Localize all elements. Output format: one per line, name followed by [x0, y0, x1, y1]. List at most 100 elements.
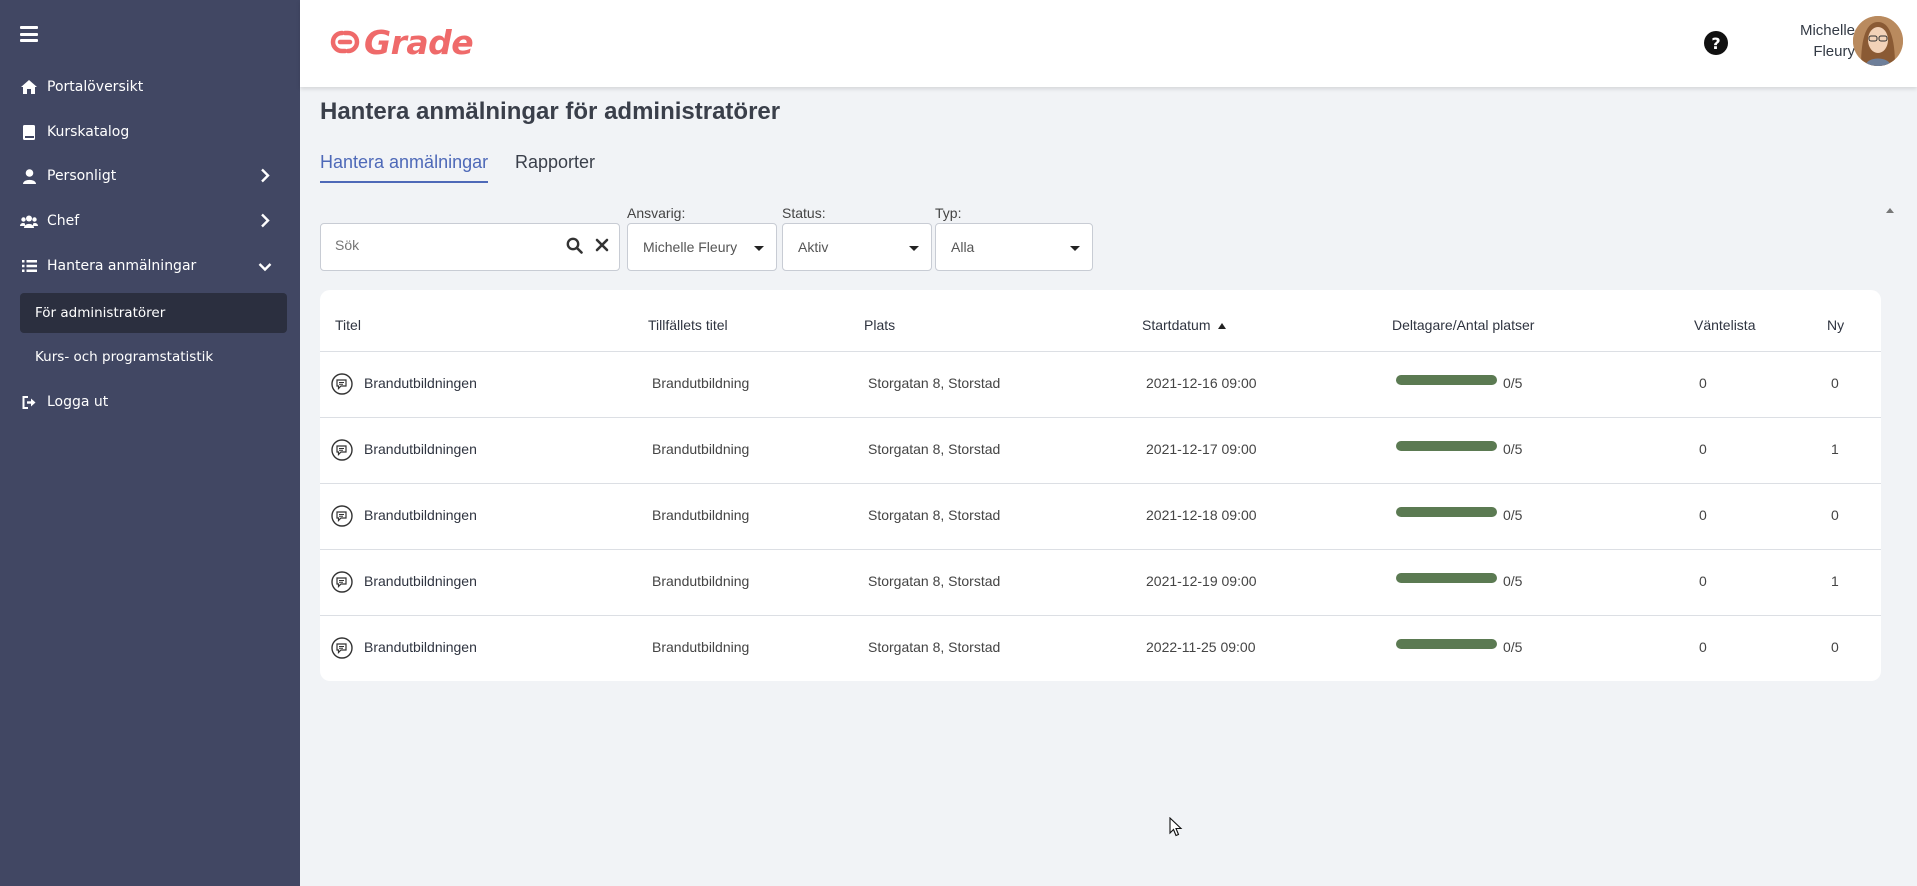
chevron-right-icon [260, 213, 270, 232]
row-occasion: Brandutbildning [652, 573, 750, 589]
row-new: 0 [1831, 507, 1839, 523]
participants-progress-bar [1396, 507, 1497, 517]
row-start-date: 2021-12-17 09:00 [1146, 441, 1257, 457]
column-header-new[interactable]: Ny [1827, 317, 1844, 333]
sidebar-item-manage-registrations[interactable]: Hantera anmälningar [0, 246, 300, 286]
row-start-date: 2021-12-16 09:00 [1146, 375, 1257, 391]
book-icon [20, 123, 38, 141]
sidebar: Portalöversikt Kurskatalog Personligt Ch… [0, 0, 300, 886]
row-new: 1 [1831, 573, 1839, 589]
row-new: 0 [1831, 639, 1839, 655]
comment-icon [331, 637, 353, 663]
grade-logo-icon [330, 30, 360, 54]
participants-progress-bar [1396, 573, 1497, 583]
sidebar-subitem-label: Kurs- och programstatistik [35, 349, 214, 365]
sidebar-subitem-for-administrators[interactable]: För administratörer [20, 293, 287, 333]
status-filter-label: Status: [782, 205, 826, 221]
column-header-occasion-title[interactable]: Tillfällets titel [648, 317, 728, 333]
chevron-down-icon [258, 260, 272, 276]
sidebar-item-manager[interactable]: Chef [0, 201, 300, 241]
row-occasion: Brandutbildning [652, 639, 750, 655]
row-participants: 0/5 [1503, 507, 1523, 523]
scroll-up-arrow-icon[interactable] [1886, 208, 1894, 213]
caret-down-icon [754, 246, 764, 251]
row-occasion: Brandutbildning [652, 375, 750, 391]
tab-manage-registrations[interactable]: Hantera anmälningar [320, 152, 489, 183]
row-title: Brandutbildningen [364, 639, 477, 655]
clear-icon[interactable] [595, 237, 609, 256]
row-place: Storgatan 8, Storstad [868, 507, 1001, 523]
row-new: 1 [1831, 441, 1839, 457]
participants-progress-bar [1396, 639, 1497, 649]
row-place: Storgatan 8, Storstad [868, 573, 1001, 589]
status-select[interactable]: Aktiv [782, 223, 932, 271]
user-icon [20, 167, 38, 185]
row-occasion: Brandutbildning [652, 507, 750, 523]
row-start-date: 2021-12-19 09:00 [1146, 573, 1257, 589]
sidebar-item-label: Logga ut [47, 394, 109, 410]
sidebar-item-personal[interactable]: Personligt [0, 156, 300, 196]
table-row[interactable]: Brandutbildningen Brandutbildning Storga… [320, 483, 1881, 549]
hamburger-menu-icon[interactable] [20, 26, 38, 42]
sidebar-item-label: Portalöversikt [47, 79, 144, 95]
row-participants: 0/5 [1503, 573, 1523, 589]
table-row[interactable]: Brandutbildningen Brandutbildning Storga… [320, 351, 1881, 417]
row-waitlist: 0 [1699, 375, 1707, 391]
row-start-date: 2021-12-18 09:00 [1146, 507, 1257, 523]
row-new: 0 [1831, 375, 1839, 391]
registrations-table: Titel Tillfällets titel Plats Startdatum… [320, 290, 1881, 681]
top-header: Grade ? Michelle Fleury [300, 0, 1917, 87]
sidebar-item-label: Chef [47, 213, 80, 229]
row-place: Storgatan 8, Storstad [868, 441, 1001, 457]
responsible-select[interactable]: Michelle Fleury [627, 223, 777, 271]
table-row[interactable]: Brandutbildningen Brandutbildning Storga… [320, 615, 1881, 681]
participants-progress-bar [1396, 375, 1497, 385]
type-select[interactable]: Alla [935, 223, 1093, 271]
home-icon [20, 78, 38, 96]
sort-ascending-icon [1218, 323, 1227, 330]
row-title: Brandutbildningen [364, 375, 477, 391]
sidebar-subitem-course-statistics[interactable]: Kurs- och programstatistik [20, 337, 287, 377]
responsible-filter-label: Ansvarig: [627, 205, 686, 221]
mouse-cursor-icon [1169, 816, 1183, 841]
user-name[interactable]: Michelle Fleury [1750, 20, 1855, 62]
chevron-right-icon [260, 168, 270, 187]
column-header-start-date[interactable]: Startdatum [1142, 317, 1227, 333]
column-header-participants[interactable]: Deltagare/Antal platser [1392, 317, 1534, 333]
row-start-date: 2022-11-25 09:00 [1146, 639, 1256, 655]
search-icon[interactable] [566, 237, 583, 258]
row-participants: 0/5 [1503, 639, 1523, 655]
row-participants: 0/5 [1503, 375, 1523, 391]
row-waitlist: 0 [1699, 441, 1707, 457]
search-input[interactable] [335, 237, 545, 253]
list-icon [20, 257, 38, 275]
row-waitlist: 0 [1699, 507, 1707, 523]
caret-down-icon [909, 246, 919, 251]
help-icon[interactable]: ? [1704, 31, 1728, 55]
avatar[interactable] [1853, 16, 1903, 66]
table-row[interactable]: Brandutbildningen Brandutbildning Storga… [320, 549, 1881, 615]
sidebar-item-label: Hantera anmälningar [47, 258, 197, 274]
sidebar-item-logout[interactable]: Logga ut [0, 382, 300, 422]
sidebar-item-label: Kurskatalog [47, 124, 130, 140]
tab-reports[interactable]: Rapporter [515, 152, 595, 181]
row-place: Storgatan 8, Storstad [868, 375, 1001, 391]
row-place: Storgatan 8, Storstad [868, 639, 1001, 655]
row-title: Brandutbildningen [364, 573, 477, 589]
table-row[interactable]: Brandutbildningen Brandutbildning Storga… [320, 417, 1881, 483]
column-header-waitlist[interactable]: Väntelista [1694, 317, 1755, 333]
sidebar-item-label: Personligt [47, 168, 117, 184]
type-filter-label: Typ: [935, 205, 962, 221]
comment-icon [331, 373, 353, 399]
page-title: Hantera anmälningar för administratörer [320, 98, 781, 125]
column-header-place[interactable]: Plats [864, 317, 895, 333]
sidebar-item-portal-overview[interactable]: Portalöversikt [0, 67, 300, 107]
row-occasion: Brandutbildning [652, 441, 750, 457]
comment-icon [331, 571, 353, 597]
column-header-title[interactable]: Titel [335, 317, 361, 333]
grade-logo[interactable]: Grade [330, 22, 474, 62]
comment-icon [331, 439, 353, 465]
sidebar-item-course-catalog[interactable]: Kurskatalog [0, 112, 300, 152]
sidebar-subitem-label: För administratörer [35, 305, 166, 321]
grade-logo-text: Grade [364, 22, 474, 62]
